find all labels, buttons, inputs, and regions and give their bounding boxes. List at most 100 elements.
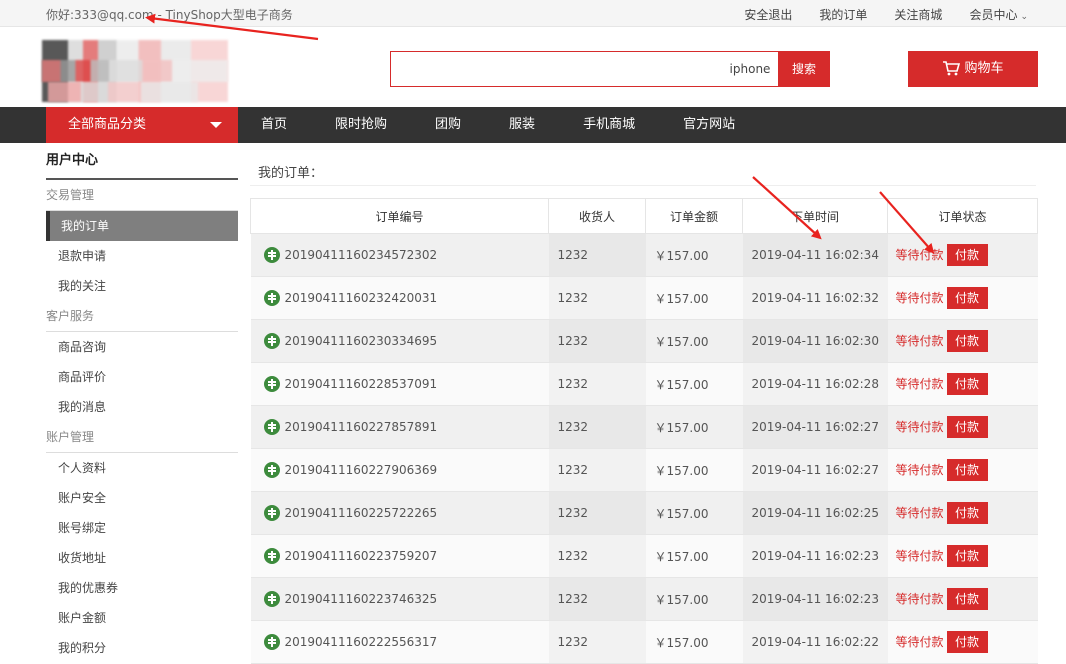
receiver-cell: 1232: [548, 577, 646, 621]
order-number[interactable]: 20190411160222556317: [285, 635, 438, 649]
amount-cell: ￥157.00: [645, 577, 743, 621]
order-number[interactable]: 20190411160223746325: [285, 592, 438, 606]
pay-button[interactable]: 付款: [946, 502, 988, 524]
sidebar-item-address[interactable]: 收货地址: [46, 543, 238, 573]
nav-item-mobile[interactable]: 手机商城: [583, 107, 635, 143]
receiver-cell: 1232: [548, 405, 646, 449]
order-no-cell: 20190411160232420031: [250, 276, 549, 320]
follow-shop-link[interactable]: 关注商城: [894, 6, 942, 23]
time-cell: 2019-04-11 16:02:27: [742, 448, 888, 492]
sidebar-item-security[interactable]: 账户安全: [46, 483, 238, 513]
sidebar-item-messages[interactable]: 我的消息: [46, 392, 238, 422]
sidebar-item-coupons[interactable]: 我的优惠券: [46, 573, 238, 603]
pay-button[interactable]: 付款: [946, 545, 988, 567]
sidebar-item-refund[interactable]: 退款申请: [46, 241, 238, 271]
status-cell: 等待付款 付款: [887, 534, 1038, 578]
cart-icon: [943, 61, 961, 76]
sidebar-item-profile[interactable]: 个人资料: [46, 453, 238, 483]
table-header-row: 订单编号 收货人 订单金额 下单时间 订单状态: [250, 198, 1038, 234]
nav-item-flash-sale[interactable]: 限时抢购: [335, 107, 387, 143]
order-number[interactable]: 20190411160227906369: [285, 463, 438, 477]
receiver-cell: 1232: [548, 319, 646, 363]
status-cell: 等待付款 付款: [887, 233, 1038, 277]
pay-button[interactable]: 付款: [946, 588, 988, 610]
top-bar: 你好:333@qq.com - TinyShop大型电子商务 安全退出 我的订单…: [0, 0, 1066, 27]
pay-button[interactable]: 付款: [946, 416, 988, 438]
amount-cell: ￥157.00: [645, 405, 743, 449]
sidebar-item-my-orders[interactable]: 我的订单: [46, 211, 238, 241]
order-number[interactable]: 20190411160228537091: [285, 377, 438, 391]
status-cell: 等待付款 付款: [887, 620, 1038, 664]
nav-item-group-buy[interactable]: 团购: [435, 107, 461, 143]
nav-item-home[interactable]: 首页: [261, 107, 287, 143]
order-icon: [263, 548, 280, 564]
order-icon: [263, 247, 280, 263]
sidebar-item-points[interactable]: 我的积分: [46, 633, 238, 663]
status-text: 等待付款: [895, 463, 944, 477]
order-number[interactable]: 20190411160230334695: [285, 334, 438, 348]
pay-button[interactable]: 付款: [946, 459, 988, 481]
pay-button[interactable]: 付款: [946, 287, 988, 309]
pay-button[interactable]: 付款: [946, 631, 988, 653]
cart-button[interactable]: 购物车: [908, 51, 1038, 87]
sidebar-item-following[interactable]: 我的关注: [46, 271, 238, 301]
table-row: 20190411160232420031 1232 ￥157.00 2019-04-1…: [250, 276, 1038, 320]
chevron-down-icon: ⌄: [1020, 12, 1028, 22]
order-number[interactable]: 20190411160225722265: [285, 506, 438, 520]
search-button[interactable]: 搜索: [778, 51, 830, 87]
column-header-time: 下单时间: [742, 198, 888, 234]
table-row: 20190411160228537091 1232 ￥157.00 2019-04-1…: [250, 362, 1038, 406]
shop-logo-blurred-part: [48, 82, 198, 102]
order-number[interactable]: 20190411160227857891: [285, 420, 438, 434]
time-cell: 2019-04-11 16:02:34: [742, 233, 888, 277]
receiver-cell: 1232: [548, 233, 646, 277]
main-nav: 全部商品分类 首页 限时抢购 团购 服装 手机商城 官方网站: [0, 107, 1066, 143]
amount-cell: ￥157.00: [645, 620, 743, 664]
all-categories-button[interactable]: 全部商品分类: [46, 107, 238, 143]
status-text: 等待付款: [895, 377, 944, 391]
page-title: 我的订单：: [258, 166, 324, 181]
member-center-link[interactable]: 会员中心 ⌄: [969, 6, 1028, 23]
status-text: 等待付款: [895, 592, 944, 606]
pay-button[interactable]: 付款: [946, 244, 988, 266]
pay-button[interactable]: 付款: [946, 373, 988, 395]
table-row: 20190411160234572302 1232 ￥157.00 2019-04-1…: [250, 233, 1038, 277]
pay-button[interactable]: 付款: [946, 330, 988, 352]
sidebar-group-label: 交易管理: [46, 180, 238, 211]
time-cell: 2019-04-11 16:02:23: [742, 577, 888, 621]
nav-item-official[interactable]: 官方网站: [683, 107, 735, 143]
cart-label: 购物车: [964, 61, 1004, 76]
time-cell: 2019-04-11 16:02:32: [742, 276, 888, 320]
sidebar-group-label: 客户服务: [46, 301, 238, 332]
nav-item-clothing[interactable]: 服装: [509, 107, 535, 143]
order-no-cell: 20190411160225722265: [250, 491, 549, 535]
amount-cell: ￥157.00: [645, 319, 743, 363]
sidebar-item-reviews[interactable]: 商品评价: [46, 362, 238, 392]
table-row: 20190411160225722265 1232 ￥157.00 2019-04-1…: [250, 491, 1038, 535]
order-number[interactable]: 20190411160223759207: [285, 549, 438, 563]
sidebar-item-balance[interactable]: 账户金额: [46, 603, 238, 633]
member-center-label: 会员中心: [969, 8, 1018, 22]
status-cell: 等待付款 付款: [887, 276, 1038, 320]
logout-link[interactable]: 安全退出: [744, 6, 792, 23]
receiver-cell: 1232: [548, 448, 646, 492]
search-input[interactable]: [391, 52, 721, 86]
my-orders-link[interactable]: 我的订单: [819, 6, 867, 23]
column-header-amount: 订单金额: [645, 198, 743, 234]
status-cell: 等待付款 付款: [887, 577, 1038, 621]
search-hint[interactable]: iphone: [723, 52, 777, 86]
order-no-cell: 20190411160234572302: [250, 233, 549, 277]
all-categories-label: 全部商品分类: [68, 117, 147, 132]
table-row: 20190411160230334695 1232 ￥157.00 2019-04-1…: [250, 319, 1038, 363]
sidebar-item-inquiries[interactable]: 商品咨询: [46, 332, 238, 362]
table-row: 20190411160227857891 1232 ￥157.00 2019-04-1…: [250, 405, 1038, 449]
sidebar-item-binding[interactable]: 账号绑定: [46, 513, 238, 543]
order-number[interactable]: 20190411160234572302: [285, 248, 438, 262]
order-no-cell: 20190411160222556317: [250, 620, 549, 664]
user-greeting: 你好:333@qq.com - TinyShop大型电子商务: [46, 8, 293, 22]
order-no-cell: 20190411160223759207: [250, 534, 549, 578]
order-no-cell: 20190411160227857891: [250, 405, 549, 449]
order-number[interactable]: 20190411160232420031: [285, 291, 438, 305]
status-text: 等待付款: [895, 635, 944, 649]
amount-cell: ￥157.00: [645, 233, 743, 277]
